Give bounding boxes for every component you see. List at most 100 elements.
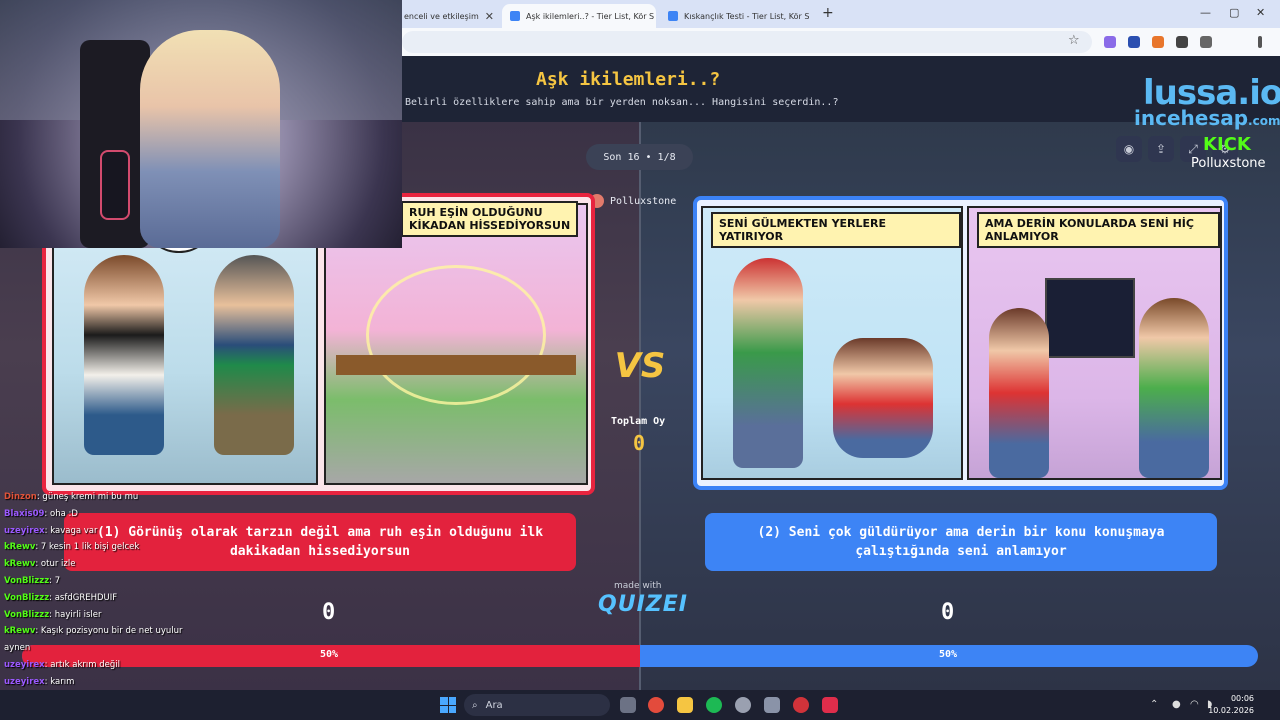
streamer xyxy=(140,30,280,248)
microphone-icon[interactable]: ● xyxy=(1172,699,1181,710)
share-icon[interactable]: ⇪ xyxy=(1148,136,1174,162)
extension-icon[interactable] xyxy=(1104,36,1116,48)
panel-caption: AMA DERİN KONULARDA SENİ HİÇ ANLAMIYOR xyxy=(977,212,1220,248)
chevron-up-icon[interactable]: ⌃ xyxy=(1150,699,1158,710)
made-with-label: made with xyxy=(614,581,662,591)
chat-username[interactable]: Dinzon xyxy=(4,492,37,502)
kick-username: Polluxstone xyxy=(1191,156,1266,171)
chat-text: : karım xyxy=(44,676,75,687)
sponsor-site: incehesap.com xyxy=(1134,106,1280,130)
extension-icon[interactable] xyxy=(1176,36,1188,48)
option-2-vote-count: 0 xyxy=(941,600,955,625)
vs-lightning-icon: VS xyxy=(614,346,666,386)
metamask-icon[interactable] xyxy=(1152,36,1164,48)
round-indicator: Son 16 • 1/8 xyxy=(586,144,693,170)
new-tab-button[interactable]: + xyxy=(822,5,834,21)
menu-dots-icon[interactable] xyxy=(1258,36,1262,48)
file-explorer-icon[interactable] xyxy=(677,697,693,713)
chat-username[interactable]: uzeyirex xyxy=(4,526,45,536)
comic-panel-2: AMA DERİN KONULARDA SENİ HİÇ ANLAMIYOR xyxy=(967,206,1222,480)
clock-time: 00:06 xyxy=(1230,694,1254,703)
clock[interactable]: 00:06 10.02.2026 xyxy=(1208,693,1254,717)
chat-message: uzeyirex: karım xyxy=(4,677,74,687)
chat-message: Blaxis09: oha :D xyxy=(4,509,78,519)
chat-text: : 7 kesin 1 lik bişi gelcek xyxy=(35,542,140,553)
chat-message: kRewv: otur izle xyxy=(4,559,75,569)
chat-text: : otur izle xyxy=(35,559,76,570)
chat-message: kRewv: Kaşık pozisyonu bir de net uyulur xyxy=(4,626,183,636)
taskbar-search[interactable]: ⌕ Ara xyxy=(464,694,610,716)
tab-2-active[interactable]: Aşk ikilemleri..? - Tier List, Kör S ✕ xyxy=(502,4,656,28)
tab-1[interactable]: enceli ve etkileşim ✕ xyxy=(396,4,500,28)
man-figure xyxy=(214,255,294,455)
minimize-button[interactable]: — xyxy=(1200,6,1211,19)
chat-overlay: Dinzon: güneş kremi mi bu mu Blaxis09: oh… xyxy=(0,478,400,720)
chat-text: : artık akrım değil xyxy=(44,660,120,670)
bookmark-star-icon[interactable]: ☆ xyxy=(1068,33,1080,48)
panel-caption: RUH EŞİN OLDUĞUNU KİKADAN HİSSEDİYORSUN xyxy=(401,201,579,237)
url-input[interactable] xyxy=(402,31,1092,53)
chat-username[interactable]: VonBlizzz xyxy=(4,576,49,586)
quiz-title: Aşk ikilemleri..? xyxy=(536,69,721,90)
quiz-subtitle: Belirli özelliklere sahip ama bir yerden… xyxy=(405,97,839,108)
maximize-button[interactable]: ▢ xyxy=(1229,6,1239,19)
screen: enceli ve etkileşim ✕ Aşk ikilemleri..? … xyxy=(0,0,1280,720)
woman-figure xyxy=(84,255,164,455)
total-votes-label: Toplam Oy xyxy=(611,416,666,427)
chat-message: VonBlizzz: asfdGREHDUIF xyxy=(4,593,117,603)
clock-date: 10.02.2026 xyxy=(1208,706,1254,715)
eye-icon[interactable]: ◉ xyxy=(1116,136,1142,162)
chat-username[interactable]: kRewv xyxy=(4,559,35,569)
task-view-icon[interactable] xyxy=(620,697,636,713)
settings-icon[interactable] xyxy=(764,697,780,713)
option-2-button[interactable]: (2) Seni çok güldürüyor ama derin bir ko… xyxy=(705,513,1217,571)
chat-message: uzeyirex: kavaga var xyxy=(4,526,98,536)
woman-figure xyxy=(989,308,1049,478)
chat-username[interactable]: VonBlizzz xyxy=(4,610,49,620)
chat-username[interactable]: uzeyirex xyxy=(4,677,45,687)
chat-text: aynen xyxy=(4,643,31,654)
chat-text: : asfdGREHDUIF xyxy=(49,592,118,603)
chat-message: uzeyirex: artık akrım değil xyxy=(4,660,120,670)
close-icon[interactable]: ✕ xyxy=(809,10,816,23)
puzzle-icon[interactable] xyxy=(1200,36,1212,48)
man-figure xyxy=(733,258,803,468)
host-badge: Polluxstone xyxy=(590,191,676,211)
search-icon: ⌕ xyxy=(472,699,478,711)
chat-username[interactable]: uzeyirex xyxy=(4,660,45,670)
windows-start-icon[interactable] xyxy=(440,697,456,713)
chat-username[interactable]: kRewv xyxy=(4,626,35,636)
chat-username[interactable]: VonBlizzz xyxy=(4,593,49,603)
wifi-icon[interactable]: ◠ xyxy=(1190,699,1199,710)
taskbar: ⌕ Ara ⌃ ● ◠ ◗ 00:06 10.02.2026 xyxy=(0,690,1280,720)
obs-icon[interactable] xyxy=(735,697,751,713)
quizei-logo[interactable]: QUIZEI xyxy=(598,592,688,617)
app-icon[interactable] xyxy=(793,697,809,713)
chrome-icon[interactable] xyxy=(648,697,664,713)
search-placeholder: Ara xyxy=(485,699,503,711)
chat-message: aynen xyxy=(4,643,30,653)
woman-figure xyxy=(833,338,933,458)
tab-3[interactable]: Kıskançlık Testi - Tier List, Kör S ✕ xyxy=(660,4,816,28)
spotify-icon[interactable] xyxy=(706,697,722,713)
app-icon[interactable] xyxy=(822,697,838,713)
chat-message: VonBlizzz: 7 xyxy=(4,576,60,586)
option-2-image-card[interactable]: SENİ GÜLMEKTEN YERLERE YATIRIYOR AMA DER… xyxy=(693,196,1228,490)
chat-message: VonBlizzz: hayirli isler xyxy=(4,610,102,620)
webcam-overlay xyxy=(0,0,402,248)
galaxy-chart xyxy=(1045,278,1135,358)
sponsor-site-main: incehesap xyxy=(1134,106,1249,130)
chat-username[interactable]: kRewv xyxy=(4,542,35,552)
kick-logo: KICK xyxy=(1203,134,1251,155)
microphone-icon xyxy=(100,150,130,220)
close-icon[interactable]: ✕ xyxy=(654,10,656,23)
chat-text: : hayirli isler xyxy=(49,609,102,620)
man-figure xyxy=(1139,298,1209,478)
close-window-button[interactable]: ✕ xyxy=(1256,6,1265,19)
chat-text: : kavaga var xyxy=(44,525,98,536)
tab-3-title: Kıskançlık Testi - Tier List, Kör S xyxy=(684,11,810,21)
close-icon[interactable]: ✕ xyxy=(479,10,494,23)
extension-icon[interactable] xyxy=(1128,36,1140,48)
sponsor-site-tld: .com xyxy=(1248,114,1280,128)
chat-username[interactable]: Blaxis09 xyxy=(4,509,44,519)
